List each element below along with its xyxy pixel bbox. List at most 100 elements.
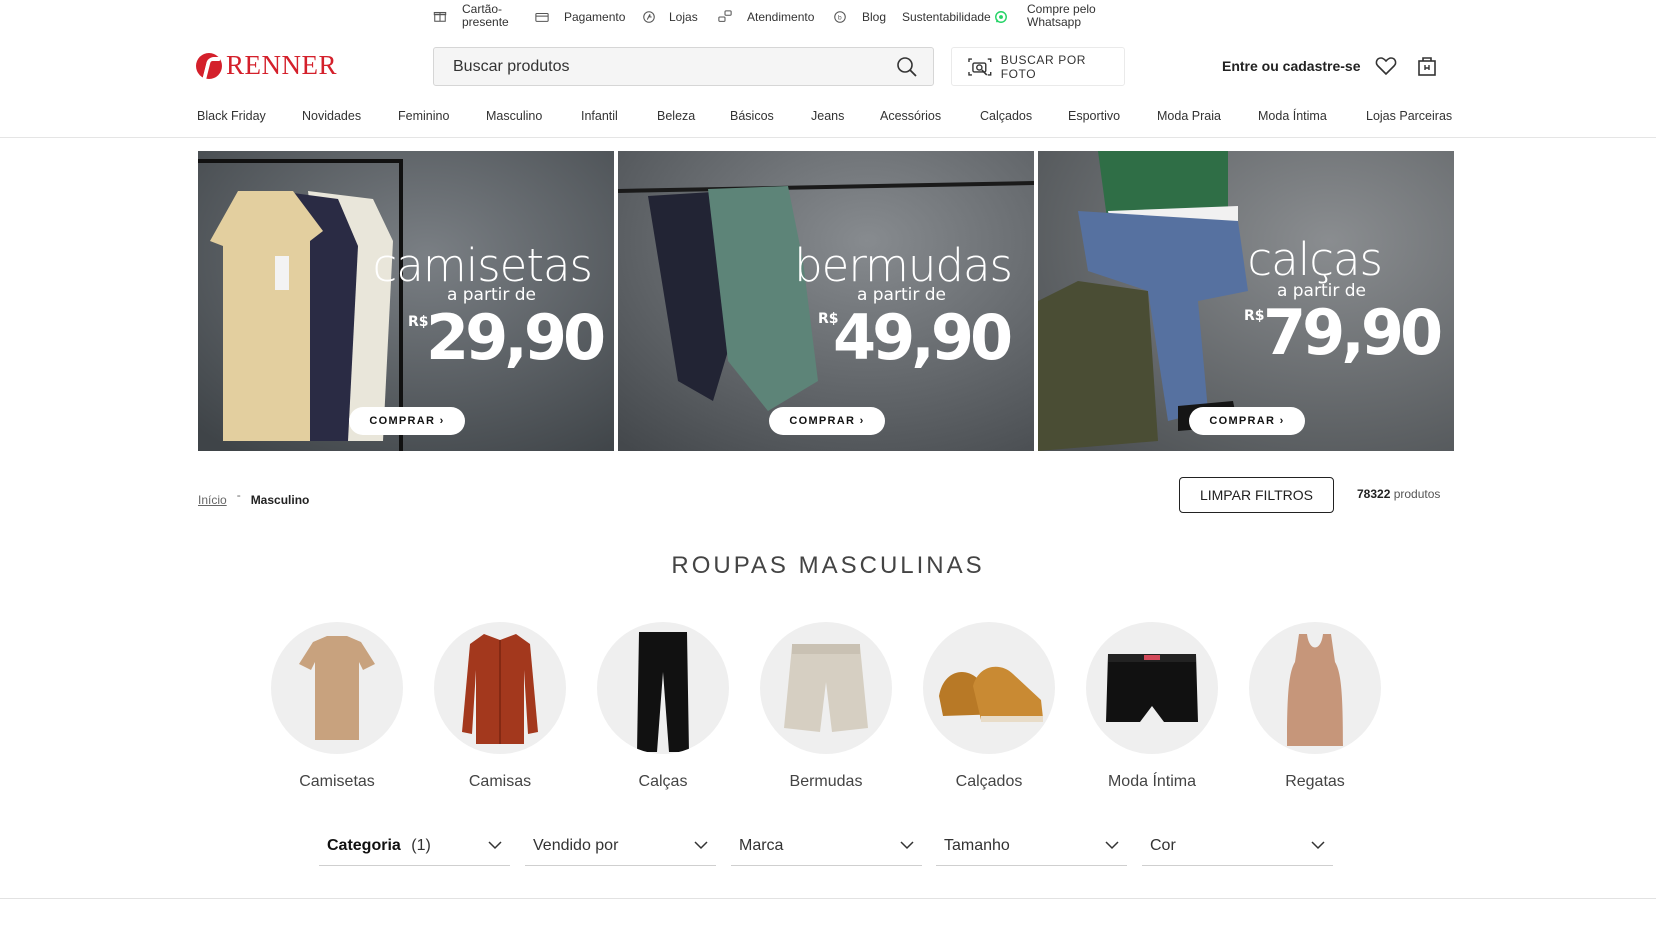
utility-support[interactable]: Atendimento	[717, 9, 814, 25]
category-camisas[interactable]: Camisas	[430, 622, 570, 791]
category-moda-intima-label: Moda Íntima	[1107, 773, 1197, 790]
category-camisas-label: Camisas	[468, 773, 532, 790]
banner-calcas-price: 79,90	[1263, 296, 1443, 369]
login-link[interactable]: Entre ou cadastre-se	[1222, 58, 1361, 74]
logo-text: RENNER	[226, 50, 337, 80]
banner-camisetas[interactable]: camisetas a partir de R$ 29,90 COMPRAR ›	[198, 151, 614, 451]
category-bermudas-label: Bermudas	[789, 773, 863, 790]
chevron-down-icon	[1105, 841, 1119, 850]
nav-esportivo[interactable]: Esportivo	[1068, 109, 1120, 123]
heart-icon[interactable]	[1374, 54, 1398, 78]
shopping-bag-icon[interactable]	[1415, 54, 1439, 78]
utility-gift-card[interactable]: Cartão- presente	[432, 3, 509, 29]
utility-support-label: Atendimento	[747, 9, 815, 24]
nav-masculino[interactable]: Masculino	[486, 109, 542, 123]
utility-whatsapp-label: Compre pelo Whatsapp	[1027, 2, 1096, 29]
category-calcados[interactable]: Calçados	[919, 622, 1059, 791]
utility-blog-label: Blog	[862, 9, 887, 24]
filter-marca[interactable]: Marca	[731, 826, 922, 866]
filter-tamanho-label: Tamanho	[944, 836, 1010, 854]
breadcrumb-home[interactable]: Início	[198, 493, 227, 507]
chevron-down-icon	[488, 841, 502, 850]
category-regatas-image	[1249, 622, 1381, 754]
section-divider	[0, 898, 1656, 899]
banner-calcas-currency: R$	[1244, 308, 1265, 324]
main-nav: Black Friday Novidades Feminino Masculin…	[0, 107, 1656, 138]
banner-bermudas-price: 49,90	[833, 301, 1013, 374]
nav-infantil[interactable]: Infantil	[581, 109, 618, 123]
store-pin-icon	[641, 9, 657, 25]
clear-filters-button[interactable]: LIMPAR FILTROS	[1179, 477, 1334, 513]
page-title: ROUPAS MASCULINAS	[671, 552, 985, 579]
filter-tamanho[interactable]: Tamanho	[936, 826, 1127, 866]
filter-categoria[interactable]: Categoria (1)	[319, 826, 510, 866]
search-input[interactable]	[453, 57, 895, 76]
utility-blog[interactable]: b Blog	[832, 9, 886, 25]
category-calcas-label: Calças	[638, 773, 688, 790]
nav-black-friday[interactable]: Black Friday	[197, 109, 266, 123]
chevron-down-icon	[1311, 841, 1325, 850]
category-regatas[interactable]: Regatas	[1245, 622, 1385, 791]
nav-moda-intima[interactable]: Moda Íntima	[1258, 109, 1327, 123]
banner-camisetas-cta[interactable]: COMPRAR ›	[349, 407, 465, 435]
filter-cor-label: Cor	[1150, 836, 1176, 854]
logo-mark-icon	[196, 52, 222, 79]
filter-marca-label: Marca	[739, 836, 784, 854]
nav-moda-praia[interactable]: Moda Praia	[1157, 109, 1221, 123]
product-count-suffix: produtos	[1390, 487, 1441, 501]
nav-novidades[interactable]: Novidades	[302, 109, 361, 123]
banner-calcas-title: calças	[1247, 233, 1383, 286]
product-count: 78322 produtos	[1357, 487, 1440, 501]
photo-search-button[interactable]: BUSCAR POR FOTO	[951, 47, 1125, 86]
whatsapp-icon	[993, 9, 1009, 25]
category-bermudas-image	[760, 622, 892, 754]
utility-sustainability[interactable]: Sustentabilidade	[902, 9, 1009, 25]
category-moda-intima-image	[1086, 622, 1218, 754]
category-moda-intima[interactable]: Moda Íntima	[1082, 622, 1222, 791]
filter-categoria-count: (1)	[411, 836, 431, 854]
banner-bermudas-cta[interactable]: COMPRAR ›	[769, 407, 885, 435]
utility-whatsapp[interactable]: Compre pelo Whatsapp	[1027, 3, 1096, 29]
nav-calcados[interactable]: Calçados	[980, 109, 1032, 123]
chevron-down-icon	[900, 841, 914, 850]
nav-basicos[interactable]: Básicos	[730, 109, 774, 123]
category-camisetas-image	[271, 622, 403, 754]
camera-search-icon	[968, 57, 992, 76]
nav-feminino[interactable]: Feminino	[398, 109, 449, 123]
nav-jeans[interactable]: Jeans	[811, 109, 844, 123]
support-icon	[717, 9, 733, 25]
utility-gift-card-label: Cartão- presente	[462, 2, 509, 29]
utility-sustainability-label: Sustentabilidade	[902, 9, 991, 24]
category-calcados-image	[923, 622, 1055, 754]
search-bar	[433, 47, 934, 86]
breadcrumb-current: Masculino	[250, 493, 310, 507]
utility-stores-label: Lojas	[669, 9, 698, 24]
card-icon	[534, 9, 550, 25]
filter-vendido-por[interactable]: Vendido por	[525, 826, 716, 866]
filter-categoria-label: Categoria	[327, 836, 401, 854]
category-regatas-label: Regatas	[1285, 773, 1345, 790]
utility-stores[interactable]: Lojas	[641, 9, 698, 25]
banner-bermudas[interactable]: bermudas a partir de R$ 49,90 COMPRAR ›	[618, 151, 1034, 451]
utility-payment-label: Pagamento	[564, 9, 626, 24]
search-icon[interactable]	[895, 55, 919, 79]
utility-payment[interactable]: Pagamento	[534, 9, 625, 25]
category-bermudas[interactable]: Bermudas	[756, 622, 896, 791]
category-camisetas-label: Camisetas	[299, 773, 375, 790]
category-calcados-label: Calçados	[955, 773, 1023, 790]
logo[interactable]: RENNER	[196, 50, 337, 81]
chevron-down-icon	[694, 841, 708, 850]
category-camisas-image	[434, 622, 566, 754]
product-count-number: 78322	[1357, 487, 1391, 501]
category-camisetas[interactable]: Camisetas	[267, 622, 407, 791]
blog-icon: b	[832, 9, 848, 25]
nav-lojas-parceiras[interactable]: Lojas Parceiras	[1366, 109, 1452, 123]
nav-acessorios[interactable]: Acessórios	[880, 109, 941, 123]
breadcrumb: Início - Masculino	[198, 488, 310, 507]
filter-cor[interactable]: Cor	[1142, 826, 1333, 866]
filter-vendido-por-label: Vendido por	[533, 836, 619, 854]
nav-beleza[interactable]: Beleza	[657, 109, 695, 123]
banner-calcas[interactable]: calças a partir de R$ 79,90 COMPRAR ›	[1038, 151, 1454, 451]
banner-calcas-cta[interactable]: COMPRAR ›	[1189, 407, 1305, 435]
category-calcas[interactable]: Calças	[593, 622, 733, 791]
